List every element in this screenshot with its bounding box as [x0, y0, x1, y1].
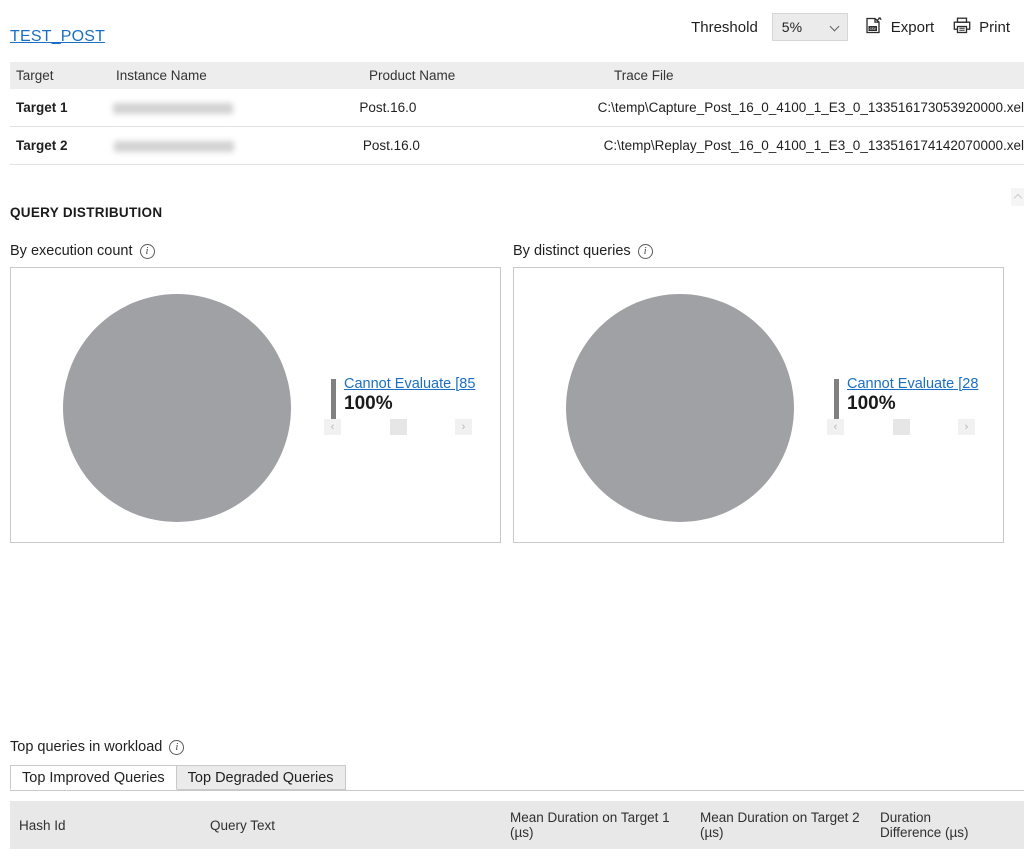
query-distribution-title: QUERY DISTRIBUTION: [10, 205, 163, 220]
printer-icon: [952, 16, 972, 39]
document-title-link[interactable]: TEST_POST: [10, 28, 105, 46]
tab-top-degraded-queries[interactable]: Top Degraded Queries: [175, 765, 346, 790]
column-header-line-1: Mean Duration on Target 1: [510, 810, 670, 825]
export-label: Export: [890, 18, 935, 36]
column-header-product-name: Product Name: [369, 68, 456, 83]
cell-instance-name: [114, 138, 363, 153]
table-row[interactable]: Target 1 Post.16.0 C:\temp\Capture_Post_…: [10, 89, 1024, 127]
redacted-instance-name: [114, 140, 235, 152]
chart-legend-distinct-queries: Cannot Evaluate [28 100%: [834, 376, 978, 419]
legend-pager-indicator: [389, 419, 407, 435]
legend-pager-next-button[interactable]: ›: [455, 419, 472, 435]
threshold-selected-value: 5%: [781, 19, 803, 35]
column-header-line-2: (µs): [700, 825, 724, 840]
csv-export-icon: csv: [864, 16, 884, 39]
threshold-label: Threshold: [691, 18, 758, 36]
top-queries-table-header: Hash Id Query Text Mean Duration on Targ…: [10, 801, 1024, 849]
legend-pager-next-button[interactable]: ›: [958, 419, 975, 435]
threshold-select[interactable]: 5%: [771, 13, 848, 41]
redacted-instance-name: [113, 102, 234, 114]
cell-target: Target 2: [16, 138, 68, 153]
pie-chart-distinct-queries[interactable]: [566, 294, 794, 522]
column-header-instance-name: Instance Name: [116, 68, 207, 83]
legend-pager-indicator: [892, 419, 910, 435]
targets-table-header: Target Instance Name Product Name Trace …: [10, 62, 1024, 89]
export-button[interactable]: csv Export: [862, 14, 936, 41]
query-tabs: Top Improved Queries Top Degraded Querie…: [10, 765, 1024, 791]
column-header-target: Target: [16, 68, 54, 83]
legend-pager-distinct-queries: ‹ ›: [827, 419, 975, 435]
top-queries-label-text: Top queries in workload: [10, 739, 163, 755]
top-queries-label: Top queries in workload i: [10, 739, 185, 755]
legend-swatch-icon: [834, 379, 839, 419]
info-icon[interactable]: i: [637, 243, 653, 259]
toolbar: Threshold 5% csv Export Print: [691, 13, 1012, 41]
column-header-mean-duration-target-2: Mean Duration on Target 2 (µs): [700, 810, 880, 840]
tab-top-improved-queries[interactable]: Top Improved Queries: [10, 765, 177, 790]
legend-pager-prev-button[interactable]: ‹: [324, 419, 341, 435]
cell-product-name: Post.16.0: [359, 100, 417, 115]
print-label: Print: [979, 18, 1010, 36]
pie-chart-execution-count[interactable]: [63, 294, 291, 522]
column-header-line-1: Duration: [880, 810, 932, 825]
targets-table: Target Instance Name Product Name Trace …: [10, 62, 1024, 165]
chart-label-execution-count: By execution count i: [10, 243, 155, 259]
top-queries-table: Hash Id Query Text Mean Duration on Targ…: [10, 801, 1024, 849]
column-header-mean-duration-target-1: Mean Duration on Target 1 (µs): [510, 810, 700, 840]
chart-panel-distinct-queries: Cannot Evaluate [28 100% ‹ ›: [513, 267, 1004, 543]
info-icon[interactable]: i: [169, 739, 185, 755]
legend-pager-prev-button[interactable]: ‹: [827, 419, 844, 435]
legend-series-link[interactable]: Cannot Evaluate [28: [847, 376, 978, 392]
cell-trace-file: C:\temp\Replay_Post_16_0_4100_1_E3_0_133…: [603, 138, 1024, 153]
chart-label-text: By execution count: [10, 243, 133, 259]
legend-series-percent: 100%: [847, 393, 896, 414]
cell-product-name: Post.16.0: [362, 138, 420, 153]
legend-series-link[interactable]: Cannot Evaluate [85: [344, 376, 475, 392]
cell-instance-name: [113, 100, 359, 115]
column-header-query-text: Query Text: [210, 817, 276, 833]
chart-label-distinct-queries: By distinct queries i: [513, 243, 653, 259]
cell-target: Target 1: [16, 100, 68, 115]
column-header-trace-file: Trace File: [614, 68, 674, 83]
chart-legend-execution-count: Cannot Evaluate [85 100%: [331, 376, 475, 419]
legend-pager-execution-count: ‹ ›: [324, 419, 472, 435]
chart-panel-execution-count: Cannot Evaluate [85 100% ‹ ›: [10, 267, 501, 543]
chevron-down-icon: [831, 22, 841, 32]
column-header-hash-id: Hash Id: [19, 817, 66, 833]
info-icon[interactable]: i: [139, 243, 155, 259]
scrollbar-up-arrow[interactable]: [1011, 188, 1024, 206]
top-bar: TEST_POST Threshold 5% csv Export Print: [0, 0, 1024, 58]
print-button[interactable]: Print: [950, 14, 1012, 41]
column-header-line-1: Mean Duration on Target 2: [700, 810, 860, 825]
cell-trace-file: C:\temp\Capture_Post_16_0_4100_1_E3_0_13…: [597, 100, 1024, 115]
table-row[interactable]: Target 2 Post.16.0 C:\temp\Replay_Post_1…: [10, 127, 1024, 165]
chart-label-text: By distinct queries: [513, 243, 631, 259]
legend-swatch-icon: [331, 379, 336, 419]
column-header-line-2: (µs): [510, 825, 534, 840]
column-header-duration-difference: Duration Difference (µs): [880, 810, 1024, 840]
svg-text:csv: csv: [869, 26, 876, 31]
column-header-line-2: Difference (µs): [880, 825, 969, 840]
legend-series-percent: 100%: [344, 393, 393, 414]
